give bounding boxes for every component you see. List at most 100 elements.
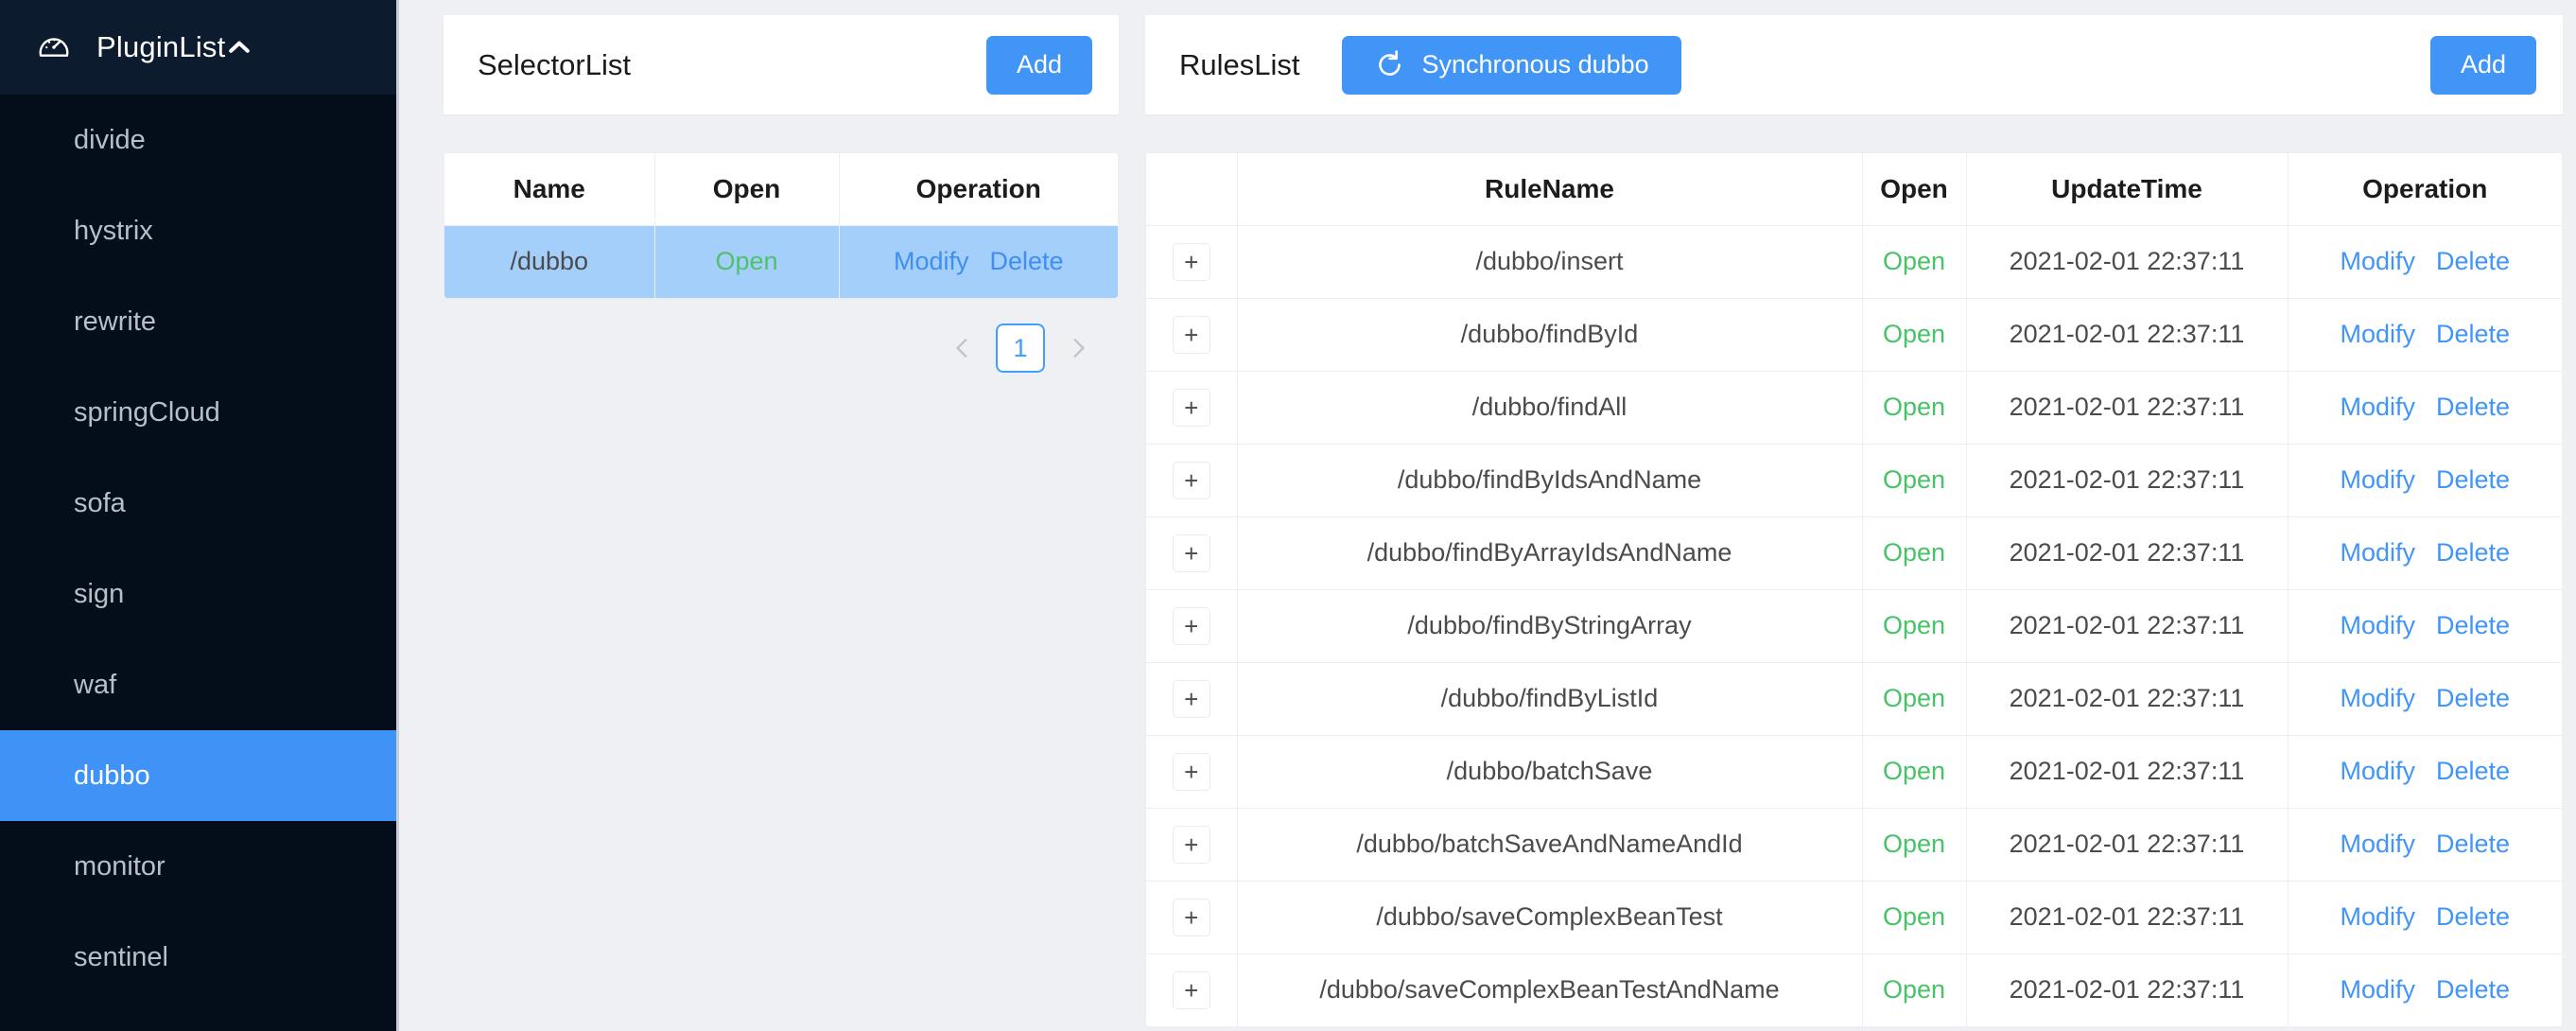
rules-table-row: +/dubbo/findAllOpen2021-02-01 22:37:11Mo… [1146,371,2562,444]
rules-delete-link[interactable]: Delete [2436,902,2510,931]
rules-cell-rulename: /dubbo/findAll [1237,371,1862,444]
expand-row-button[interactable]: + [1173,607,1210,645]
rules-table-row: + /dubbo/batchSaveOpen2021-02-01 22:37:11… [1146,735,2562,808]
rules-modify-link[interactable]: Modify [2340,320,2415,348]
expand-row-button[interactable]: + [1173,389,1210,427]
rules-delete-link[interactable]: Delete [2436,538,2510,567]
selector-table-wrapper: Name Open Operation /dubboOpenModifyDele… [444,152,1119,299]
sidebar-title: PluginList [96,30,225,64]
sidebar-item-waf[interactable]: waf [0,639,396,730]
expand-row-button[interactable]: + [1173,243,1210,281]
rules-cell-open[interactable]: Open [1862,662,1966,735]
rules-cell-updatetime: 2021-02-01 22:37:11 [1966,735,2288,808]
rules-delete-link[interactable]: Delete [2436,393,2510,421]
rules-col-updatetime: UpdateTime [1966,153,2288,225]
selector-delete-link[interactable]: Delete [989,247,1063,275]
rules-modify-link[interactable]: Modify [2340,684,2415,712]
expand-row-button[interactable]: + [1173,826,1210,864]
rules-cell-open[interactable]: Open [1862,298,1966,371]
rules-cell-open[interactable]: Open [1862,516,1966,589]
rules-cell-open[interactable]: Open [1862,953,1966,1026]
sidebar-item-label: sign [74,579,124,610]
rules-cell-operation: Modify Delete [2288,371,2562,444]
sidebar-item-label: hystrix [74,216,153,247]
rules-cell-open[interactable]: Open [1862,589,1966,662]
rules-cell-expand: + [1146,808,1237,881]
rules-cell-rulename: /dubbo/batchSave [1237,735,1862,808]
rules-delete-link[interactable]: Delete [2436,247,2510,275]
rules-table-row: +/dubbo/findByIdsAndNameOpen2021-02-01 2… [1146,444,2562,516]
rules-modify-link[interactable]: Modify [2340,538,2415,567]
rules-table-row: +/dubbo/findByArrayIdsAndNameOpen2021-02… [1146,516,2562,589]
rules-cell-open[interactable]: Open [1862,225,1966,298]
rules-cell-open[interactable]: Open [1862,444,1966,516]
rules-cell-expand: + [1146,225,1237,298]
rules-table-wrapper: RuleName Open UpdateTime Operation +/dub… [1145,152,2563,1027]
expand-row-button[interactable]: + [1173,971,1210,1009]
gauge-icon [36,29,72,65]
expand-row-button[interactable]: + [1173,680,1210,718]
rules-modify-link[interactable]: Modify [2340,465,2415,494]
rules-table-row: +/dubbo/saveComplexBeanTestOpen2021-02-0… [1146,881,2562,953]
rules-delete-link[interactable]: Delete [2436,757,2510,785]
rules-cell-open[interactable]: Open [1862,735,1966,808]
rules-modify-link[interactable]: Modify [2340,830,2415,858]
selector-col-operation: Operation [839,153,1118,225]
expand-row-button[interactable]: + [1173,753,1210,791]
sidebar-item-sentinel[interactable]: sentinel [0,912,396,1003]
rules-panel: RulesList Synchronous dubbo Add [1132,0,2576,1031]
rules-cell-operation: Modify Delete [2288,298,2562,371]
sidebar-item-sign[interactable]: sign [0,549,396,639]
app-root: PluginList divide hystrix rewritespringClo… [0,0,2576,1031]
rules-modify-link[interactable]: Modify [2340,393,2415,421]
rules-cell-operation: Modify Delete [2288,953,2562,1026]
rules-table-row: +/dubbo/findByListIdOpen2021-02-01 22:37… [1146,662,2562,735]
rules-delete-link[interactable]: Delete [2436,975,2510,1004]
sidebar: PluginList divide hystrix rewritespringClo… [0,0,399,1031]
sidebar-menu: divide hystrix rewritespringCloudsofa sign w… [0,95,396,1031]
rules-modify-link[interactable]: Modify [2340,757,2415,785]
expand-row-button[interactable]: + [1173,316,1210,354]
rules-cell-rulename: /dubbo/batchSaveAndNameAndId [1237,808,1862,881]
rules-delete-link[interactable]: Delete [2436,684,2510,712]
sidebar-item-hystrix[interactable]: hystrix [0,185,396,276]
rules-modify-link[interactable]: Modify [2340,611,2415,639]
sidebar-header[interactable]: PluginList [0,0,396,95]
rules-modify-link[interactable]: Modify [2340,902,2415,931]
rules-delete-link[interactable]: Delete [2436,320,2510,348]
rules-delete-link[interactable]: Delete [2436,611,2510,639]
chevron-up-icon[interactable] [225,33,253,61]
pagination-page-1[interactable]: 1 [996,323,1045,373]
selector-panel-bar: SelectorList Add [444,15,1119,114]
synchronous-dubbo-button[interactable]: Synchronous dubbo [1342,36,1681,95]
expand-row-button[interactable]: + [1173,534,1210,572]
rules-cell-updatetime: 2021-02-01 22:37:11 [1966,808,2288,881]
expand-row-button[interactable]: + [1173,462,1210,499]
rules-col-expand [1146,153,1237,225]
rules-cell-expand: + [1146,589,1237,662]
chevron-left-icon[interactable] [943,323,983,373]
sidebar-item-springcloud[interactable]: springCloud [0,367,396,458]
sidebar-item-dubbo[interactable]: dubbo [0,730,396,821]
rules-cell-rulename: /dubbo/findByArrayIdsAndName [1237,516,1862,589]
selector-add-button[interactable]: Add [986,36,1092,95]
rules-cell-open[interactable]: Open [1862,808,1966,881]
chevron-right-icon[interactable] [1058,323,1098,373]
rules-cell-open[interactable]: Open [1862,371,1966,444]
rules-modify-link[interactable]: Modify [2340,247,2415,275]
selector-table-row[interactable]: /dubboOpenModifyDelete [444,225,1118,298]
rules-delete-link[interactable]: Delete [2436,830,2510,858]
expand-row-button[interactable]: + [1173,899,1210,936]
selector-modify-link[interactable]: Modify [894,247,969,275]
sidebar-item-divide[interactable]: divide [0,95,396,185]
rules-cell-open[interactable]: Open [1862,881,1966,953]
sidebar-item-monitor[interactable]: monitor [0,821,396,912]
rules-cell-operation: Modify Delete [2288,735,2562,808]
sidebar-item-rewrite[interactable]: rewrite [0,276,396,367]
selector-table-body: /dubboOpenModifyDelete [444,225,1118,298]
sidebar-item-sofa[interactable]: sofa [0,458,396,549]
selector-cell-open[interactable]: Open [654,225,839,298]
rules-modify-link[interactable]: Modify [2340,975,2415,1004]
rules-delete-link[interactable]: Delete [2436,465,2510,494]
rules-add-button[interactable]: Add [2430,36,2536,95]
